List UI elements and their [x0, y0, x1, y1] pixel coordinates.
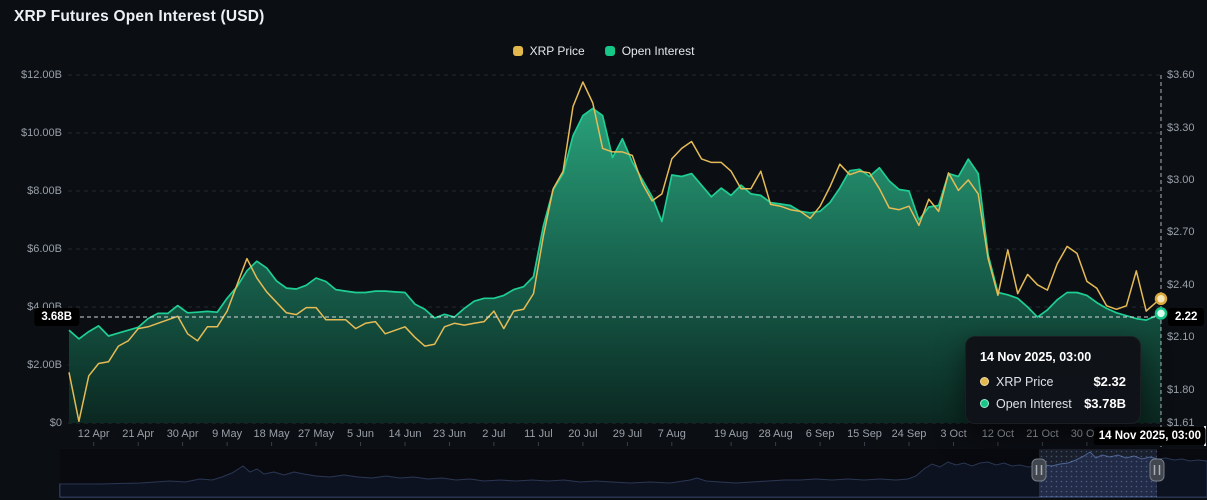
x-axis-label: 5 Jun — [347, 428, 374, 440]
x-axis-label: 21 Oct — [1026, 428, 1058, 440]
y-axis-label-left: $8.00B — [0, 185, 62, 197]
open-interest-dot-icon — [980, 399, 989, 408]
x-axis-label: 6 Sep — [806, 428, 835, 440]
x-axis-label: 9 May — [212, 428, 242, 440]
y-axis-label-right: $2.10 — [1167, 331, 1195, 343]
x-axis-label: 19 Aug — [714, 428, 748, 440]
xrp-price-dot-icon — [980, 377, 989, 386]
chart-canvas[interactable] — [0, 0, 1207, 500]
x-axis-label: 12 Apr — [78, 428, 110, 440]
x-axis-label: 20 Jul — [568, 428, 597, 440]
x-axis-label: 23 Jun — [433, 428, 466, 440]
open-interest-last-marker — [1156, 308, 1166, 318]
x-axis-label: 29 Jul — [613, 428, 642, 440]
x-axis-label: 21 Apr — [122, 428, 154, 440]
x-axis-label: 18 May — [254, 428, 290, 440]
tooltip-row-open-interest: Open Interest $3.78B — [980, 396, 1126, 411]
x-axis-label: 15 Sep — [847, 428, 882, 440]
tooltip: 14 Nov 2025, 03:00 XRP Price $2.32 Open … — [965, 336, 1141, 424]
y-axis-label-left: $0 — [0, 417, 62, 429]
y-axis-label-left: $2.00B — [0, 359, 62, 371]
y-axis-label-right: $3.60 — [1167, 69, 1195, 81]
tooltip-label: Open Interest — [996, 397, 1077, 411]
x-axis-label: 2 Jul — [482, 428, 505, 440]
y-axis-label-right: $2.70 — [1167, 226, 1195, 238]
navigator-handle-left[interactable] — [1032, 459, 1046, 481]
y-axis-label-right: $3.00 — [1167, 174, 1195, 186]
chart-root: XRP Futures Open Interest (USD) XRP Pric… — [0, 0, 1207, 500]
tooltip-value: $3.78B — [1084, 396, 1126, 411]
x-axis-label: 7 Aug — [658, 428, 686, 440]
navigator-handle-right[interactable] — [1150, 459, 1164, 481]
x-axis-label: 24 Sep — [892, 428, 927, 440]
x-axis-label: 11 Jul — [524, 428, 553, 440]
x-axis-label: 28 Aug — [758, 428, 792, 440]
tooltip-label: XRP Price — [996, 375, 1086, 389]
crosshair-right-badge: 2.22 — [1168, 308, 1204, 326]
navigator-dim-left — [60, 449, 1039, 497]
tooltip-date: 14 Nov 2025, 03:00 — [980, 350, 1126, 364]
y-axis-label-right: $2.40 — [1167, 279, 1195, 291]
navigator-selection-dots — [1039, 449, 1157, 497]
y-axis-label-left: $10.00B — [0, 127, 62, 139]
y-axis-label-left: $6.00B — [0, 243, 62, 255]
x-axis-label: 12 Oct — [982, 428, 1014, 440]
tooltip-row-xrp-price: XRP Price $2.32 — [980, 374, 1126, 389]
x-axis-label: 30 Apr — [167, 428, 199, 440]
x-axis-label: 3 Oct — [940, 428, 966, 440]
crosshair-left-badge: 3.68B — [34, 308, 79, 326]
y-axis-label-right: $3.30 — [1167, 122, 1195, 134]
x-axis-label: 27 May — [298, 428, 334, 440]
tooltip-value: $2.32 — [1093, 374, 1126, 389]
xrp-price-last-marker — [1156, 294, 1166, 304]
y-axis-label-right: $1.80 — [1167, 384, 1195, 396]
crosshair-date-badge: 14 Nov 2025, 03:00 — [1094, 427, 1206, 445]
y-axis-label-left: $12.00B — [0, 69, 62, 81]
x-axis-label: 14 Jun — [388, 428, 421, 440]
